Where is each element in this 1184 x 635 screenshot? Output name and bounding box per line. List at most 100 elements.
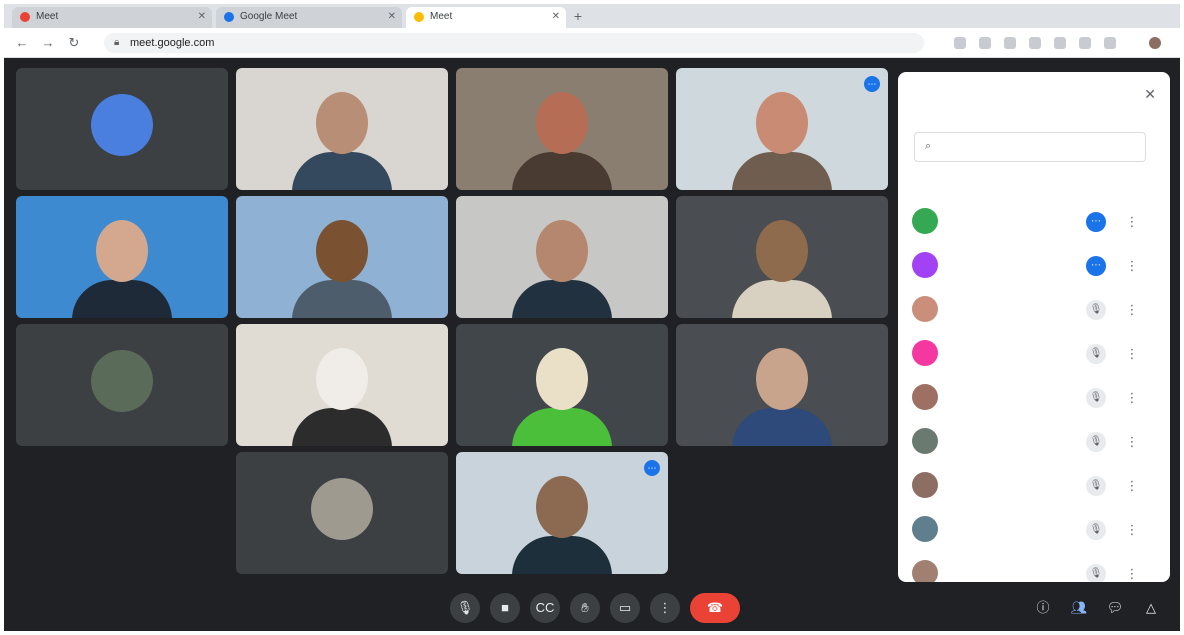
mic-icon[interactable]: 🎙︎ [1086, 344, 1106, 364]
participant-row[interactable]: 🎙︎ ⋮ [898, 464, 1170, 508]
participant-avatar [91, 350, 153, 412]
mic-icon[interactable]: ⋯ [1086, 212, 1106, 232]
tab-favicon-icon [224, 12, 234, 22]
forward-icon[interactable]: → [40, 35, 56, 51]
extension-icon[interactable] [1104, 37, 1116, 49]
participant-tile[interactable] [236, 452, 448, 574]
captions-icon[interactable]: CC [530, 593, 560, 623]
participant-video-face [536, 476, 588, 538]
participant-row[interactable]: 🎙︎ ⋮ [898, 288, 1170, 332]
participant-tile[interactable] [236, 324, 448, 446]
participant-video-body [512, 280, 612, 318]
participant-video-body [512, 536, 612, 574]
participant-video-face [96, 220, 148, 282]
participant-video-face [316, 220, 368, 282]
more-options-icon[interactable]: ⋮ [1122, 564, 1142, 582]
meeting-stage: ⋯ ⋯ ✕ ⌕ ⋯ ⋮ ⋯ ⋮ 🎙︎ ⋮ 🎙︎ ⋮ 🎙︎ ⋮ 🎙︎ ⋮ 🎙︎ ⋮ 🎙︎ ⋮ 🎙︎ ⋮ 🎙︎ ■ CC… [4, 58, 1180, 631]
more-options-icon[interactable]: ⋮ [1122, 256, 1142, 276]
info-icon[interactable]: ⓘ [1034, 599, 1052, 617]
participant-row[interactable]: 🎙︎ ⋮ [898, 552, 1170, 582]
browser-tab-2[interactable]: Google Meet ✕ [216, 7, 402, 28]
participant-video-face [756, 348, 808, 410]
close-icon[interactable]: ✕ [552, 11, 560, 22]
close-icon[interactable]: ✕ [198, 11, 206, 22]
back-icon[interactable]: ← [14, 35, 30, 51]
participant-video-body [732, 280, 832, 318]
mic-icon[interactable]: ⋯ [1086, 256, 1106, 276]
mic-icon[interactable]: 🎙︎ [450, 593, 480, 623]
participant-tile[interactable] [236, 68, 448, 190]
more-icon[interactable]: ⋮ [650, 593, 680, 623]
participant-tile[interactable] [456, 68, 668, 190]
activities-icon[interactable]: △ [1142, 599, 1160, 617]
camera-icon[interactable]: ■ [490, 593, 520, 623]
participant-row[interactable]: 🎙︎ ⋮ [898, 332, 1170, 376]
more-options-icon[interactable]: ⋮ [1122, 344, 1142, 364]
participant-tile[interactable] [456, 196, 668, 318]
url-text: meet.google.com [130, 37, 215, 49]
mic-icon[interactable]: 🎙︎ [1086, 388, 1106, 408]
participant-tile[interactable] [16, 324, 228, 446]
plus-icon[interactable]: + [570, 8, 586, 24]
participant-row[interactable]: 🎙︎ ⋮ [898, 508, 1170, 552]
extension-icon[interactable] [1029, 37, 1041, 49]
mic-icon[interactable]: 🎙︎ [1086, 520, 1106, 540]
extension-icon[interactable] [954, 37, 966, 49]
participant-video-body [512, 408, 612, 446]
participant-tile[interactable] [16, 68, 228, 190]
address-bar: ← → ↻ 🔒︎ meet.google.com [4, 28, 1180, 58]
speaking-indicator-icon: ⋯ [644, 460, 660, 476]
participant-row[interactable]: ⋯ ⋮ [898, 200, 1170, 244]
tab-title: Google Meet [240, 11, 298, 22]
participant-tile[interactable] [676, 324, 888, 446]
participant-tile[interactable]: ⋯ [456, 452, 668, 574]
reload-icon[interactable]: ↻ [66, 35, 82, 51]
participant-tile[interactable] [456, 324, 668, 446]
lock-icon: 🔒︎ [114, 37, 120, 48]
people-icon[interactable]: 👥︎ [1070, 599, 1088, 617]
extension-icon[interactable] [979, 37, 991, 49]
profile-avatar[interactable] [1149, 37, 1161, 49]
mic-icon[interactable]: 🎙︎ [1086, 564, 1106, 582]
raise-hand-icon[interactable]: ✋︎ [570, 593, 600, 623]
url-field[interactable]: 🔒︎ meet.google.com [104, 33, 924, 53]
present-icon[interactable]: ▭ [610, 593, 640, 623]
participant-video-face [756, 92, 808, 154]
hangup-icon[interactable]: ☎︎ [690, 593, 740, 623]
participant-video-face [536, 220, 588, 282]
mic-icon[interactable]: 🎙︎ [1086, 432, 1106, 452]
mic-icon[interactable]: 🎙︎ [1086, 476, 1106, 496]
participant-tile[interactable]: ⋯ [676, 68, 888, 190]
participant-avatar [912, 428, 938, 454]
participant-tile[interactable] [676, 196, 888, 318]
more-options-icon[interactable]: ⋮ [1122, 476, 1142, 496]
participant-video-body [292, 280, 392, 318]
search-participants-input[interactable]: ⌕ [914, 132, 1146, 162]
extension-icon[interactable] [1004, 37, 1016, 49]
participant-video-body [732, 152, 832, 190]
more-options-icon[interactable]: ⋮ [1122, 388, 1142, 408]
participant-avatar [912, 252, 938, 278]
browser-tab-1[interactable]: Meet ✕ [12, 7, 212, 28]
tab-bar: Meet ✕ Google Meet ✕ Meet ✕ + [4, 4, 1180, 28]
participant-tile[interactable] [236, 196, 448, 318]
participant-row[interactable]: 🎙︎ ⋮ [898, 420, 1170, 464]
participant-row[interactable]: ⋯ ⋮ [898, 244, 1170, 288]
search-icon: ⌕ [925, 140, 932, 152]
close-icon[interactable]: ✕ [1144, 86, 1156, 103]
participant-video-body [292, 408, 392, 446]
browser-tab-3[interactable]: Meet ✕ [406, 7, 566, 28]
participant-tile[interactable] [16, 196, 228, 318]
more-options-icon[interactable]: ⋮ [1122, 520, 1142, 540]
participant-video-face [316, 92, 368, 154]
more-options-icon[interactable]: ⋮ [1122, 212, 1142, 232]
mic-icon[interactable]: 🎙︎ [1086, 300, 1106, 320]
more-options-icon[interactable]: ⋮ [1122, 300, 1142, 320]
extension-icon[interactable] [1054, 37, 1066, 49]
participant-row[interactable]: 🎙︎ ⋮ [898, 376, 1170, 420]
extension-icon[interactable] [1079, 37, 1091, 49]
close-icon[interactable]: ✕ [388, 11, 396, 22]
chat-icon[interactable]: 💬︎ [1106, 599, 1124, 617]
more-options-icon[interactable]: ⋮ [1122, 432, 1142, 452]
participant-video-face [536, 92, 588, 154]
